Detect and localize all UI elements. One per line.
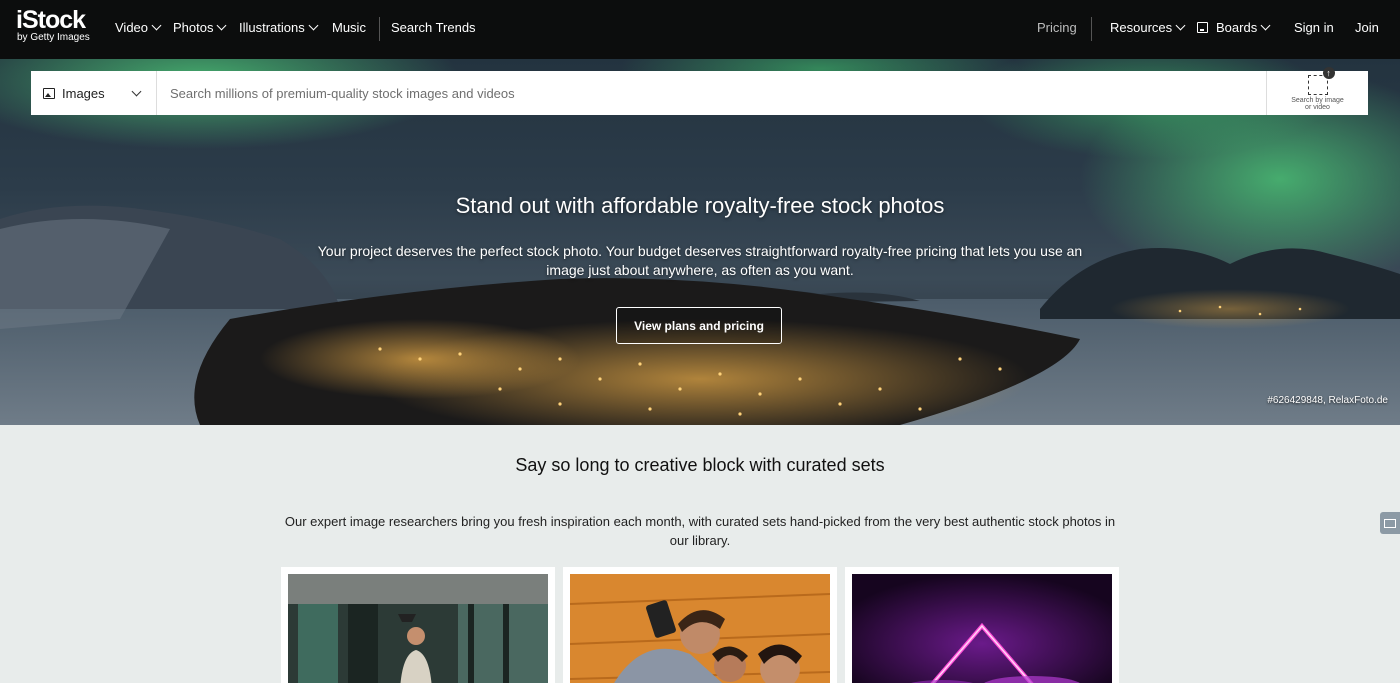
curated-set-card[interactable]	[563, 567, 837, 683]
neon-triangle-image	[852, 574, 1112, 683]
image-upload-icon	[1307, 67, 1335, 95]
nav-resources[interactable]: Resources	[1110, 20, 1186, 35]
chevron-down-icon	[217, 20, 227, 31]
hero-subtitle: Your project deserves the perfect stock …	[317, 243, 1083, 278]
nav-divider	[379, 17, 380, 41]
search-by-image-button[interactable]: Search by image or video	[1266, 67, 1368, 115]
curated-set-image	[288, 574, 548, 683]
nav-boards[interactable]: Boards	[1197, 20, 1271, 35]
nav-illustrations-label: Illustrations	[239, 20, 305, 35]
search-bar: Images Search by image or video	[31, 67, 1368, 115]
curated-set-card[interactable]	[281, 567, 555, 683]
nav-search-trends-label: Search Trends	[391, 20, 476, 35]
hero-title: Stand out with affordable royalty-free s…	[455, 193, 945, 218]
search-input[interactable]	[157, 71, 1266, 115]
nav-pricing-label: Pricing	[1037, 20, 1077, 35]
chevron-down-icon	[151, 20, 162, 31]
nav-photos-label: Photos	[173, 20, 214, 35]
nav-music[interactable]: Music	[332, 20, 366, 35]
nav-video[interactable]: Video	[115, 20, 162, 35]
nav-music-label: Music	[332, 20, 366, 35]
nav-divider	[1091, 17, 1092, 41]
office-woman-image	[288, 574, 548, 683]
curated-sets-title: Say so long to creative block with curat…	[515, 455, 885, 475]
chevron-down-icon	[1175, 20, 1186, 31]
search-by-image-label-2: or video	[1305, 104, 1330, 111]
istock-logo[interactable]: iStock by Getty Images	[16, 6, 90, 44]
feedback-tab[interactable]	[1380, 512, 1400, 534]
curated-set-card[interactable]	[845, 567, 1119, 683]
nav-pricing[interactable]: Pricing	[1037, 20, 1077, 35]
curated-sets-subtitle: Our expert image researchers bring you f…	[284, 514, 1116, 548]
boards-icon	[1197, 22, 1208, 33]
join-link[interactable]: Join	[1355, 20, 1379, 35]
nav-search-trends[interactable]: Search Trends	[391, 20, 476, 35]
nav-illustrations[interactable]: Illustrations	[239, 20, 319, 35]
nav-photos[interactable]: Photos	[173, 20, 227, 35]
chevron-down-icon	[131, 86, 142, 97]
logo-wordmark: iStock	[16, 6, 86, 34]
nav-resources-label: Resources	[1110, 20, 1173, 35]
search-by-image-label-1: Search by image	[1291, 97, 1344, 104]
view-plans-button[interactable]: View plans and pricing	[616, 307, 782, 344]
photo-credit: #626429848, RelaxFoto.de	[1267, 395, 1388, 406]
sign-in-label: Sign in	[1294, 20, 1334, 35]
top-nav: iStock by Getty Images Video Photos Illu…	[0, 0, 1400, 59]
chevron-down-icon	[1260, 20, 1271, 31]
mail-icon	[1384, 518, 1396, 528]
image-icon	[43, 87, 55, 99]
sign-in-link[interactable]: Sign in	[1294, 20, 1334, 35]
hero-banner: Images Search by image or video Stand ou…	[0, 59, 1400, 425]
curated-set-image	[852, 574, 1112, 683]
logo-tagline: by Getty Images	[17, 32, 90, 43]
search-type-dropdown[interactable]: Images	[31, 71, 157, 115]
search-type-label: Images	[62, 85, 105, 101]
nav-video-label: Video	[115, 20, 149, 35]
join-label: Join	[1355, 20, 1379, 35]
chevron-down-icon	[308, 20, 319, 31]
curated-set-image	[570, 574, 830, 683]
friends-selfie-image	[570, 574, 830, 683]
nav-boards-label: Boards	[1216, 20, 1258, 35]
